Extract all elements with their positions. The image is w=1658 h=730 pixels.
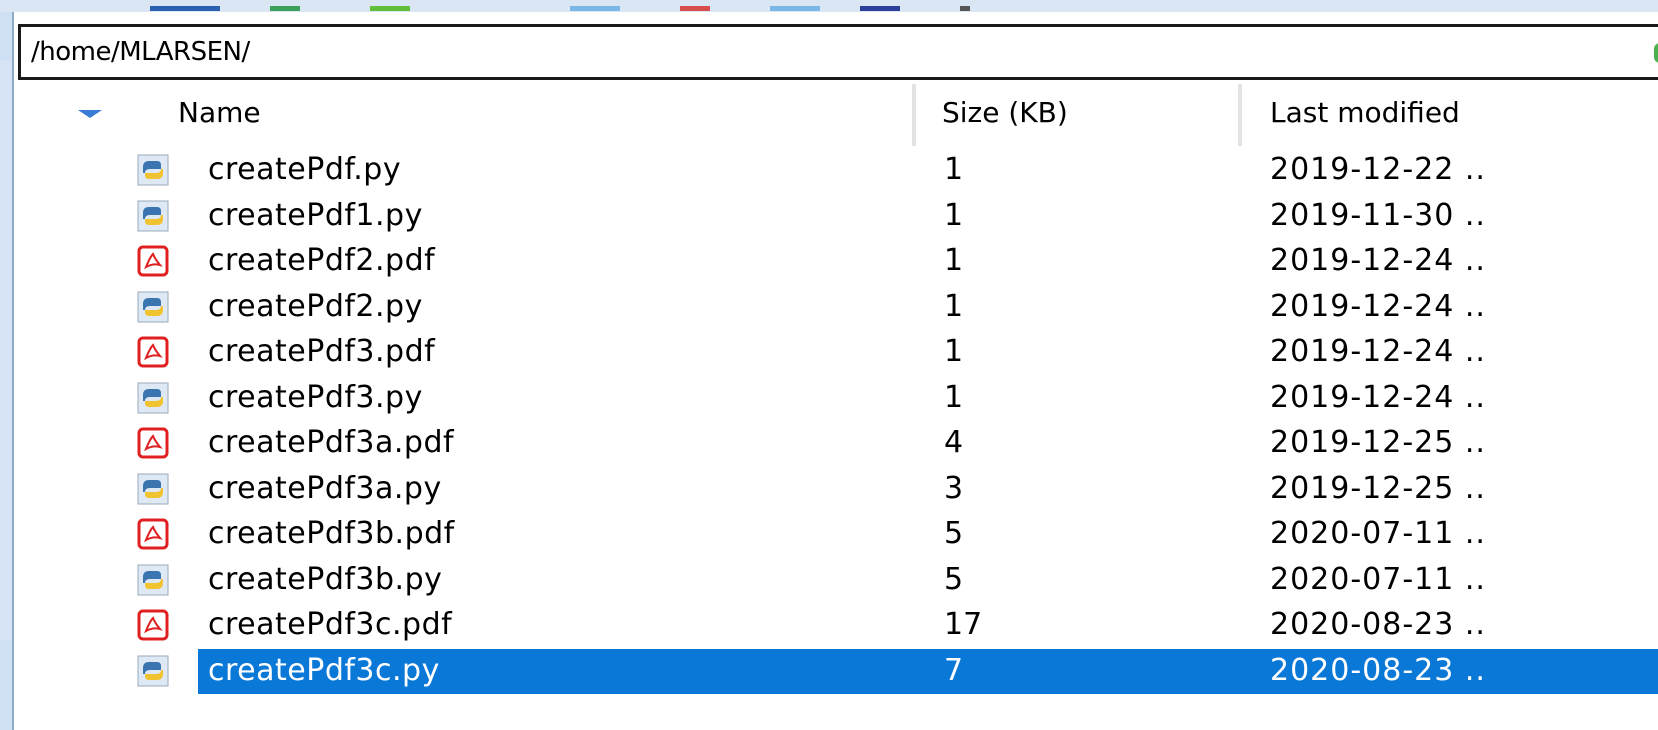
- pdf-file-icon: [137, 336, 169, 368]
- column-divider[interactable]: [1238, 84, 1242, 146]
- toolbar-icon-fragment: [150, 6, 220, 11]
- toolbar-strip: [0, 0, 1658, 12]
- file-name: createPdf3a.py: [208, 470, 442, 506]
- file-last-modified: 2020-07-11 ..: [1270, 516, 1486, 551]
- file-row[interactable]: createPdf3.py 1 2019-12-24 ..: [0, 376, 1658, 421]
- file-last-modified: 2020-08-23 ..: [1270, 607, 1486, 642]
- file-name: createPdf3c.pdf: [208, 607, 453, 642]
- file-name: createPdf3.pdf: [208, 334, 436, 369]
- python-file-icon: [137, 382, 169, 414]
- column-header-row: Name Size (KB) Last modified: [30, 84, 1658, 146]
- file-row[interactable]: createPdf3.pdf 1 2019-12-24 ..: [0, 330, 1658, 375]
- column-divider[interactable]: [912, 84, 916, 146]
- python-file-icon: [137, 291, 169, 323]
- toolbar-icon-fragment: [570, 6, 620, 11]
- file-row[interactable]: createPdf3a.pdf 4 2019-12-25 ..: [0, 421, 1658, 466]
- file-size: 1: [944, 197, 964, 233]
- file-row[interactable]: createPdf.py 1 2019-12-22 ..: [0, 148, 1658, 193]
- file-row[interactable]: createPdf3b.pdf 5 2020-07-11 ..: [0, 512, 1658, 557]
- pdf-file-icon: [137, 609, 169, 641]
- file-last-modified: 2019-12-24 ..: [1270, 243, 1486, 278]
- file-size: 7: [944, 652, 964, 688]
- path-bar[interactable]: /home/MLARSEN/: [18, 24, 1658, 80]
- column-header-size[interactable]: Size (KB): [942, 96, 1068, 129]
- file-last-modified: 2019-12-24 ..: [1270, 379, 1486, 415]
- file-last-modified: 2019-11-30 ..: [1270, 197, 1486, 233]
- pdf-file-icon: [137, 245, 169, 277]
- file-name: createPdf3.py: [208, 379, 423, 415]
- toolbar-icon-fragment: [680, 6, 710, 11]
- python-file-icon: [137, 200, 169, 232]
- file-size: 1: [944, 334, 964, 369]
- file-row[interactable]: createPdf3c.pdf 17 2020-08-23 ..: [0, 603, 1658, 648]
- file-row[interactable]: createPdf1.py 1 2019-11-30 ..: [0, 194, 1658, 239]
- file-row[interactable]: createPdf3c.py 7 2020-08-23 ..: [0, 648, 1658, 694]
- file-size: 4: [944, 425, 964, 460]
- path-input[interactable]: /home/MLARSEN/: [31, 37, 250, 67]
- column-header-name[interactable]: Name: [178, 96, 261, 129]
- file-size: 5: [944, 561, 964, 597]
- file-row[interactable]: createPdf2.pdf 1 2019-12-24 ..: [0, 239, 1658, 284]
- file-last-modified: 2020-07-11 ..: [1270, 561, 1486, 597]
- file-name: createPdf1.py: [208, 197, 423, 233]
- toolbar-icon-fragment: [860, 6, 900, 11]
- file-last-modified: 2019-12-22 ..: [1270, 152, 1486, 187]
- file-name: createPdf3b.py: [208, 561, 443, 597]
- file-last-modified: 2019-12-25 ..: [1270, 470, 1486, 506]
- python-file-icon: [137, 473, 169, 505]
- pdf-file-icon: [137, 518, 169, 550]
- file-row[interactable]: createPdf2.py 1 2019-12-24 ..: [0, 285, 1658, 330]
- file-name: createPdf3a.pdf: [208, 425, 455, 460]
- connection-status-icon: [1654, 43, 1658, 63]
- file-size: 17: [944, 607, 983, 642]
- file-last-modified: 2019-12-25 ..: [1270, 425, 1486, 460]
- file-last-modified: 2019-12-24 ..: [1270, 288, 1486, 324]
- python-file-icon: [137, 154, 169, 186]
- file-name: createPdf2.py: [208, 288, 423, 324]
- file-size: 3: [944, 470, 964, 506]
- python-file-icon: [137, 655, 169, 687]
- toolbar-icon-fragment: [960, 6, 970, 11]
- toolbar-icon-fragment: [370, 6, 410, 11]
- file-size: 1: [944, 152, 964, 187]
- file-last-modified: 2019-12-24 ..: [1270, 334, 1486, 369]
- file-size: 1: [944, 243, 964, 278]
- file-name: createPdf.py: [208, 152, 402, 187]
- toolbar-icon-fragment: [770, 6, 820, 11]
- column-header-modified[interactable]: Last modified: [1270, 96, 1460, 129]
- toolbar-icon-fragment: [270, 6, 300, 11]
- file-size: 1: [944, 379, 964, 415]
- sort-descending-icon[interactable]: [78, 110, 102, 118]
- file-size: 1: [944, 288, 964, 324]
- python-file-icon: [137, 564, 169, 596]
- file-name: createPdf2.pdf: [208, 243, 436, 278]
- file-row[interactable]: createPdf3a.py 3 2019-12-25 ..: [0, 467, 1658, 512]
- file-name: createPdf3c.py: [208, 652, 440, 688]
- file-last-modified: 2020-08-23 ..: [1270, 652, 1486, 688]
- file-size: 5: [944, 516, 964, 551]
- pdf-file-icon: [137, 427, 169, 459]
- file-name: createPdf3b.pdf: [208, 516, 455, 551]
- file-row[interactable]: createPdf3b.py 5 2020-07-11 ..: [0, 558, 1658, 603]
